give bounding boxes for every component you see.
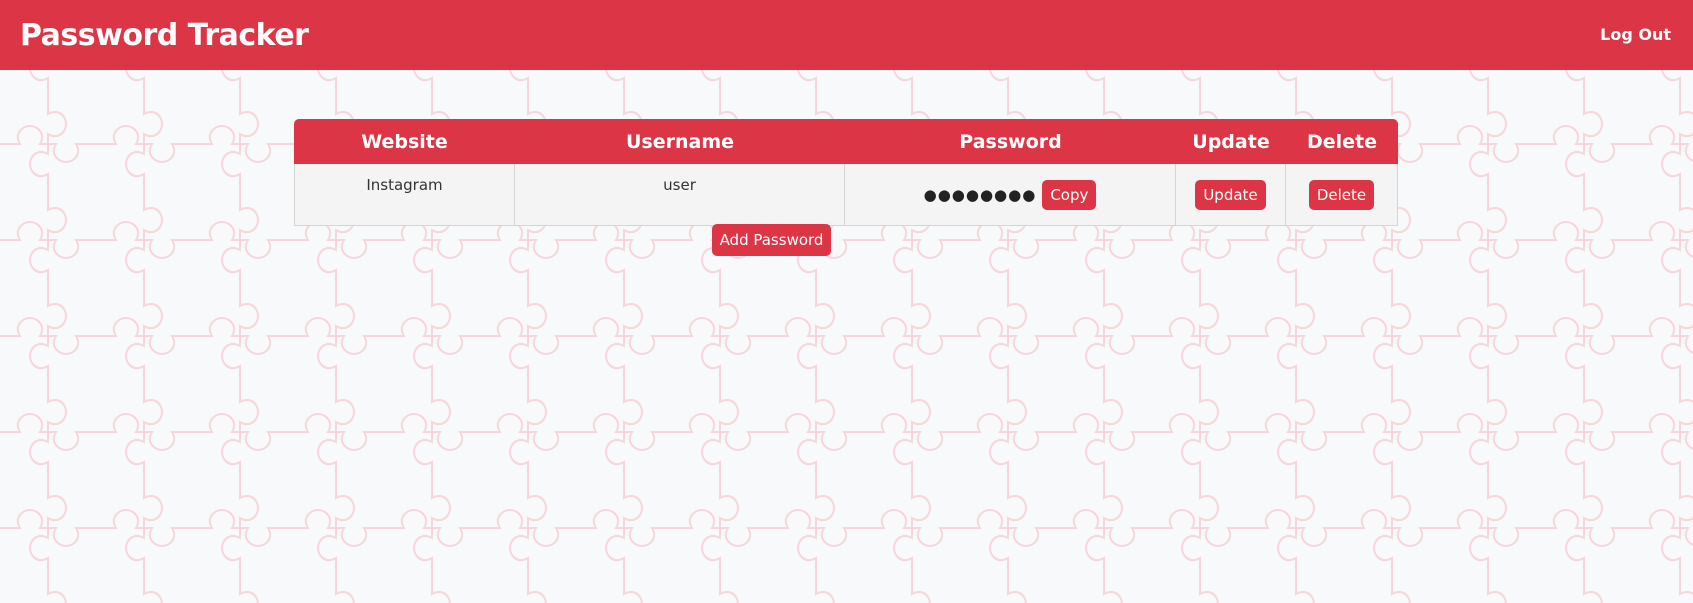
puzzle-background-pattern: [0, 0, 1693, 603]
app-title[interactable]: Password Tracker: [20, 16, 309, 56]
table-header-row: Website Username Password Update Delete: [294, 119, 1398, 164]
password-table-container: Website Username Password Update Delete …: [294, 119, 1398, 226]
masked-password: ●●●●●●●●: [923, 185, 1037, 204]
logout-link[interactable]: Log Out: [1600, 24, 1671, 46]
column-header-username: Username: [515, 119, 845, 164]
update-button[interactable]: Update: [1195, 179, 1266, 210]
column-header-delete: Delete: [1286, 119, 1398, 164]
copy-password-button[interactable]: Copy: [1042, 179, 1097, 210]
add-password-button[interactable]: Add Password: [711, 224, 832, 256]
top-navbar: Password Tracker Log Out: [0, 0, 1693, 70]
password-table: Website Username Password Update Delete …: [294, 119, 1398, 226]
column-header-website: Website: [294, 119, 515, 164]
cell-password: ●●●●●●●● Copy: [845, 164, 1176, 226]
add-password-container: Add Password: [0, 224, 1693, 256]
column-header-password: Password: [845, 119, 1176, 164]
table-row: Instagram user ●●●●●●●● Copy Update Delet…: [294, 164, 1398, 226]
cell-username: user: [515, 164, 845, 226]
delete-button[interactable]: Delete: [1308, 179, 1375, 210]
cell-website: Instagram: [294, 164, 515, 226]
cell-delete: Delete: [1286, 164, 1398, 226]
column-header-update: Update: [1176, 119, 1286, 164]
cell-update: Update: [1176, 164, 1286, 226]
